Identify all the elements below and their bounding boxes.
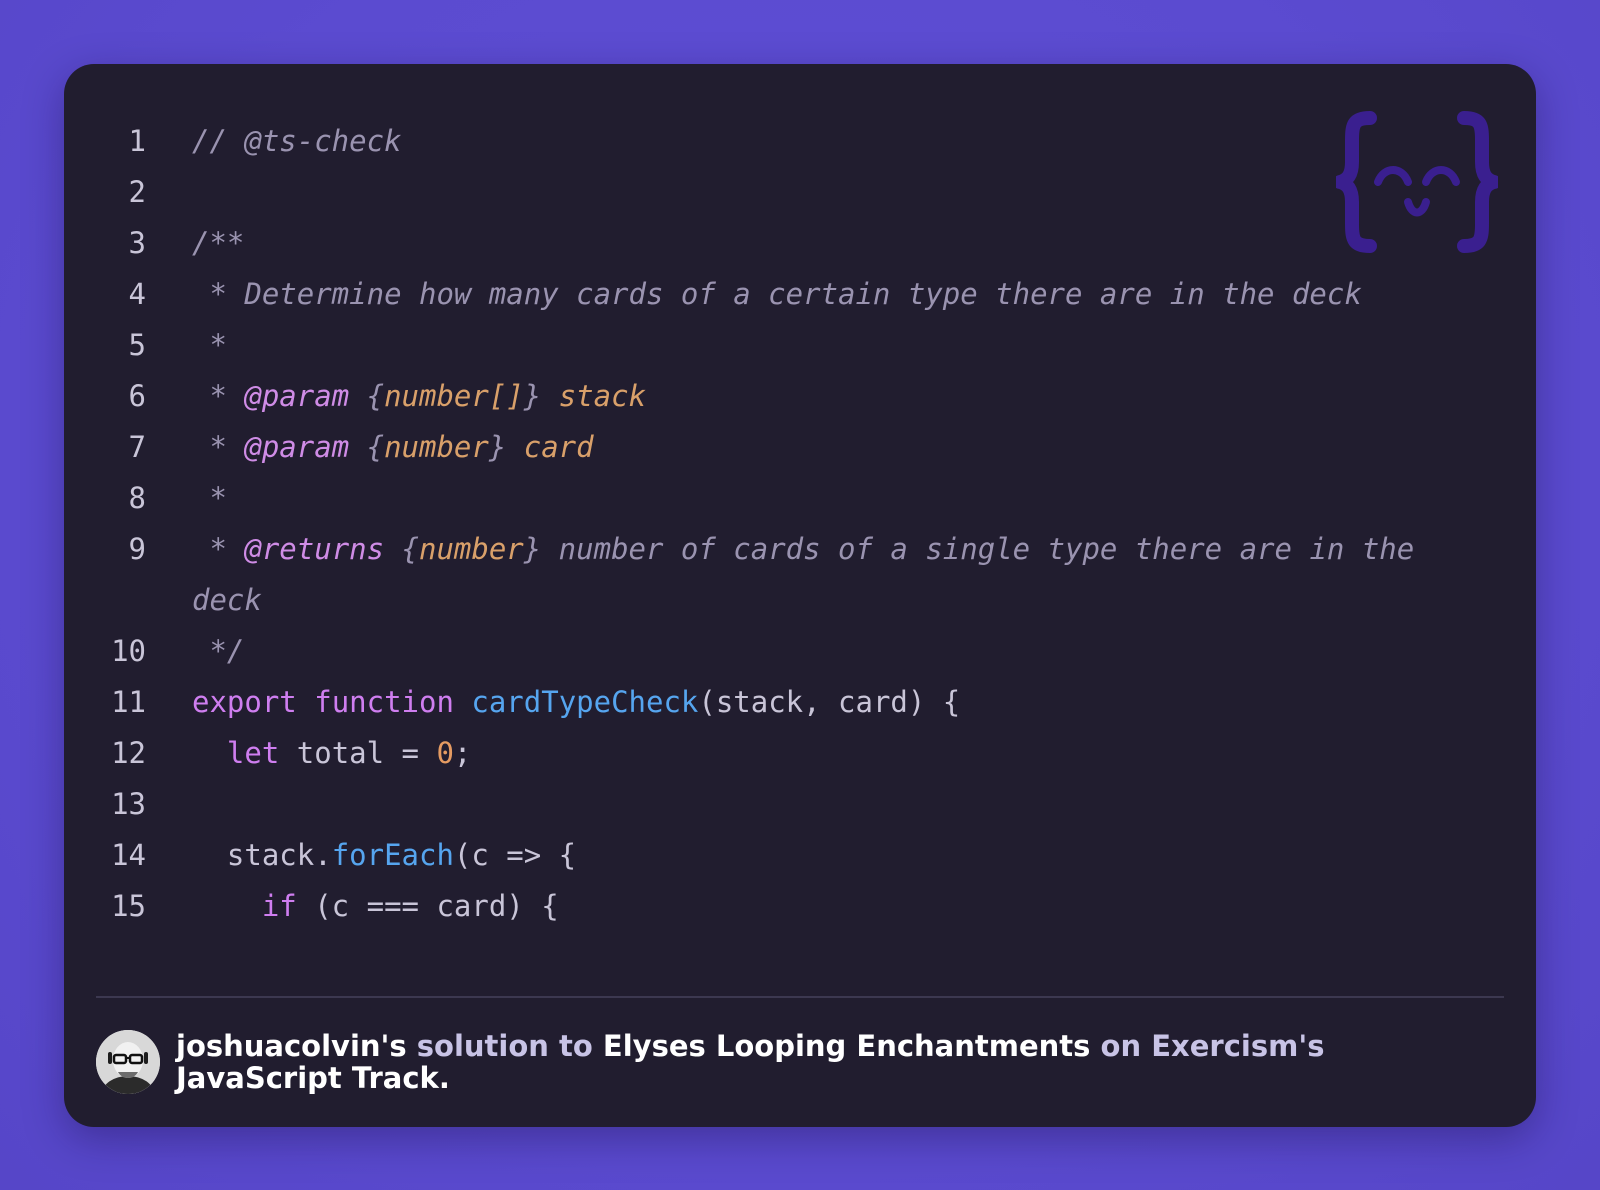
line-number: 11 (111, 685, 146, 719)
code-token: (stack, card) { (698, 685, 961, 719)
code-token: @returns (244, 532, 385, 566)
code-line: 10 */ (64, 626, 1536, 677)
line-source: * (192, 473, 1462, 524)
code-line: 5 * (64, 320, 1536, 371)
line-number: 5 (128, 328, 146, 362)
line-number: 4 (128, 277, 146, 311)
code-token: * (192, 481, 227, 515)
code-line: 12 let total = 0; (64, 728, 1536, 779)
line-number: 8 (128, 481, 146, 515)
code-token: * (192, 379, 245, 413)
code-block: 1 // @ts-check 2 3 /** 4 * Determine how man… (64, 116, 1536, 932)
author-link[interactable]: joshuacolvin's (176, 1029, 407, 1063)
line-number: 12 (111, 736, 146, 770)
track-link[interactable]: JavaScript Track. (176, 1061, 450, 1095)
code-token: } (488, 430, 524, 464)
code-token: { (384, 532, 419, 566)
attribution-text: joshuacolvin's solution to Elyses Loopin… (176, 1030, 1336, 1094)
code-card: 1 // @ts-check 2 3 /** 4 * Determine how man… (64, 64, 1536, 1127)
code-token: { (349, 430, 385, 464)
code-line: 14 stack.forEach(c => { (64, 830, 1536, 881)
code-line: 3 /** (64, 218, 1536, 269)
line-number: 13 (111, 787, 146, 821)
code-token: stack. (192, 838, 332, 872)
site-link[interactable]: Exercism's (1151, 1029, 1324, 1063)
line-source (192, 779, 1462, 830)
line-source (192, 167, 1462, 218)
code-line: 11 export function cardTypeCheck(stack, c… (64, 677, 1536, 728)
code-token: { (349, 379, 385, 413)
code-token: (c => { (453, 838, 577, 872)
line-source: * @returns {number} number of cards of a… (192, 524, 1462, 626)
code-token: number (419, 532, 524, 566)
footer-divider (96, 996, 1504, 998)
line-number: 6 (128, 379, 146, 413)
code-line: 7 * @param {number} card (64, 422, 1536, 473)
code-token: @param (244, 430, 350, 464)
code-token: * (192, 430, 245, 464)
user-avatar-icon (96, 1030, 160, 1094)
code-token: } (523, 379, 559, 413)
code-token: // @ts-check (192, 124, 402, 158)
code-token: forEach (331, 838, 454, 872)
solution-to-text: solution to (416, 1029, 593, 1063)
code-token: if (261, 889, 297, 923)
line-source: export function cardTypeCheck(stack, car… (192, 677, 1462, 728)
code-token: @param (244, 379, 350, 413)
code-token: card (523, 430, 594, 464)
code-line: 4 * Determine how many cards of a certai… (64, 269, 1536, 320)
code-token: stack (558, 379, 646, 413)
on-text: on (1100, 1029, 1142, 1063)
code-token: */ (192, 634, 245, 668)
code-token: * Determine how many cards of a certain … (192, 277, 1362, 311)
avatar[interactable] (96, 1030, 160, 1094)
code-token: ; (453, 736, 472, 770)
code-token: total = (279, 736, 437, 770)
code-line: 15 if (c === card) { (64, 881, 1536, 932)
code-token: export (192, 685, 297, 719)
code-line: 9 * @returns {number} number of cards of… (64, 524, 1536, 626)
code-line: 2 (64, 167, 1536, 218)
line-number: 15 (111, 889, 146, 923)
line-source: * @param {number} card (192, 422, 1462, 473)
code-token: 0 (436, 736, 454, 770)
code-token: function (314, 685, 454, 719)
code-line: 6 * @param {number[]} stack (64, 371, 1536, 422)
code-token: number (384, 430, 489, 464)
code-token: (c === card) { (296, 889, 559, 923)
line-source: /** (192, 218, 1462, 269)
code-token: let (226, 736, 280, 770)
line-source: let total = 0; (192, 728, 1462, 779)
code-token: /** (192, 226, 245, 260)
line-source: * (192, 320, 1462, 371)
line-source: // @ts-check (192, 116, 1462, 167)
line-number: 7 (128, 430, 146, 464)
line-source: if (c === card) { (192, 881, 1462, 932)
attribution-footer: joshuacolvin's solution to Elyses Loopin… (96, 1030, 1496, 1094)
code-token: * (192, 532, 245, 566)
code-token: number[] (384, 379, 524, 413)
line-number: 9 (128, 532, 146, 566)
code-token: cardTypeCheck (471, 685, 699, 719)
line-number: 2 (128, 175, 146, 209)
line-source: * @param {number[]} stack (192, 371, 1462, 422)
line-number: 14 (111, 838, 146, 872)
line-number: 10 (111, 634, 146, 668)
code-line: 8 * (64, 473, 1536, 524)
code-line: 13 (64, 779, 1536, 830)
code-line: 1 // @ts-check (64, 116, 1536, 167)
line-source: */ (192, 626, 1462, 677)
code-token: * (192, 328, 227, 362)
line-source: stack.forEach(c => { (192, 830, 1462, 881)
line-number: 3 (128, 226, 146, 260)
exercise-link[interactable]: Elyses Looping Enchantments (603, 1029, 1091, 1063)
line-number: 1 (128, 124, 146, 158)
line-source: * Determine how many cards of a certain … (192, 269, 1462, 320)
